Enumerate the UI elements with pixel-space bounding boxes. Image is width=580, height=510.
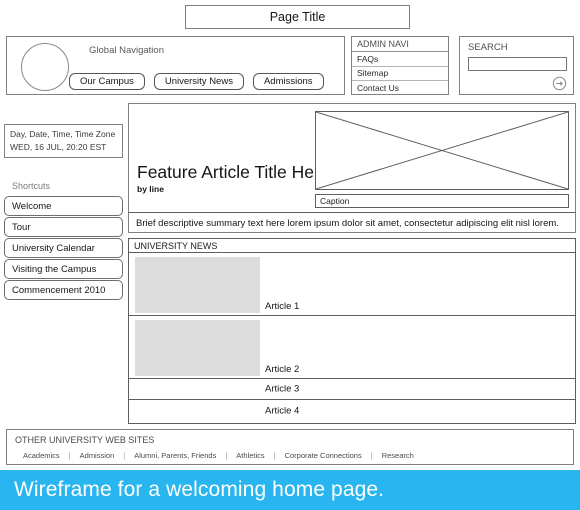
page-title-bar: Page Title bbox=[185, 5, 410, 29]
date-format-label: Day, Date, Time, Time Zone bbox=[10, 129, 116, 139]
feature-article-summary: Brief descriptive summary text here lore… bbox=[129, 212, 575, 233]
date-time-box: Day, Date, Time, Time Zone WED, 16 JUL, … bbox=[4, 124, 123, 158]
footer-heading: OTHER UNIVERSITY WEB SITES bbox=[15, 435, 155, 445]
footer-links: Academics | Admission | Alumni, Parents,… bbox=[23, 451, 414, 460]
admin-navi-item-faqs[interactable]: FAQs bbox=[352, 52, 448, 67]
search-panel: SEARCH bbox=[459, 36, 574, 95]
news-article-label: Article 2 bbox=[265, 364, 300, 375]
university-news-panel: UNIVERSITY NEWS Article 1 Article 2 Arti… bbox=[128, 238, 576, 424]
footer-panel: OTHER UNIVERSITY WEB SITES Academics | A… bbox=[6, 429, 574, 465]
admin-navi-heading: ADMIN NAVI bbox=[352, 37, 448, 52]
feature-article-panel: Feature Article Title Here by line Capti… bbox=[128, 103, 576, 233]
date-value: WED, 16 JUL, 20:20 EST bbox=[10, 142, 107, 152]
news-article-label: Article 3 bbox=[265, 383, 300, 395]
image-placeholder-cross-icon bbox=[315, 111, 569, 190]
global-navigation-panel: Global Navigation Our Campus University … bbox=[6, 36, 345, 95]
arrow-right-circle-icon[interactable] bbox=[552, 76, 567, 91]
admin-navi-item-sitemap[interactable]: Sitemap bbox=[352, 67, 448, 81]
nav-button-admissions[interactable]: Admissions bbox=[252, 73, 324, 90]
page-title: Page Title bbox=[269, 10, 326, 24]
shortcuts-list: Welcome Tour University Calendar Visitin… bbox=[4, 196, 123, 301]
shortcuts-label: Shortcuts bbox=[12, 181, 51, 191]
shortcut-item-welcome[interactable]: Welcome bbox=[4, 196, 123, 216]
footer-link-alumni-parents-friends[interactable]: Alumni, Parents, Friends bbox=[134, 451, 216, 460]
shortcut-item-university-calendar[interactable]: University Calendar bbox=[4, 238, 123, 258]
shortcut-item-tour[interactable]: Tour bbox=[4, 217, 123, 237]
caption-bar: Wireframe for a welcoming home page. bbox=[0, 470, 580, 510]
university-news-heading: UNIVERSITY NEWS bbox=[129, 239, 575, 253]
global-navigation-label: Global Navigation bbox=[89, 45, 164, 56]
footer-link-admission[interactable]: Admission bbox=[80, 451, 115, 460]
footer-separator: | bbox=[123, 451, 126, 460]
shortcut-item-visiting-the-campus[interactable]: Visiting the Campus bbox=[4, 259, 123, 279]
caption-text: Wireframe for a welcoming home page. bbox=[14, 478, 385, 501]
news-row-article-2[interactable]: Article 2 bbox=[129, 316, 575, 379]
search-heading: SEARCH bbox=[468, 42, 508, 53]
news-row-article-3[interactable]: Article 3 bbox=[129, 379, 575, 400]
footer-link-athletics[interactable]: Athletics bbox=[236, 451, 264, 460]
news-article-label: Article 4 bbox=[265, 405, 300, 416]
footer-separator: | bbox=[370, 451, 373, 460]
feature-image-caption: Caption bbox=[315, 194, 569, 208]
news-thumbnail-placeholder bbox=[135, 257, 260, 313]
admin-navi-panel: ADMIN NAVI FAQs Sitemap Contact Us bbox=[351, 36, 449, 95]
footer-link-academics[interactable]: Academics bbox=[23, 451, 60, 460]
circle-logo-placeholder-icon bbox=[21, 43, 69, 91]
news-row-article-4[interactable]: Article 4 bbox=[129, 400, 575, 421]
footer-link-corporate-connections[interactable]: Corporate Connections bbox=[285, 451, 362, 460]
footer-separator: | bbox=[273, 451, 276, 460]
nav-button-university-news[interactable]: University News bbox=[153, 73, 244, 90]
nav-button-our-campus[interactable]: Our Campus bbox=[69, 73, 145, 90]
news-thumbnail-placeholder bbox=[135, 320, 260, 376]
global-navigation-buttons: Our Campus University News Admissions bbox=[69, 73, 324, 90]
feature-article-title: Feature Article Title Here bbox=[137, 162, 330, 182]
news-article-label: Article 1 bbox=[265, 301, 300, 312]
wireframe-canvas: Page Title Global Navigation Our Campus … bbox=[0, 0, 580, 510]
shortcut-item-commencement-2010[interactable]: Commencement 2010 bbox=[4, 280, 123, 300]
feature-article-byline: by line bbox=[137, 184, 164, 194]
search-input[interactable] bbox=[468, 57, 567, 71]
admin-navi-item-contact-us[interactable]: Contact Us bbox=[352, 81, 448, 96]
footer-separator: | bbox=[68, 451, 71, 460]
news-row-article-1[interactable]: Article 1 bbox=[129, 253, 575, 316]
footer-separator: | bbox=[225, 451, 228, 460]
footer-link-research[interactable]: Research bbox=[382, 451, 414, 460]
